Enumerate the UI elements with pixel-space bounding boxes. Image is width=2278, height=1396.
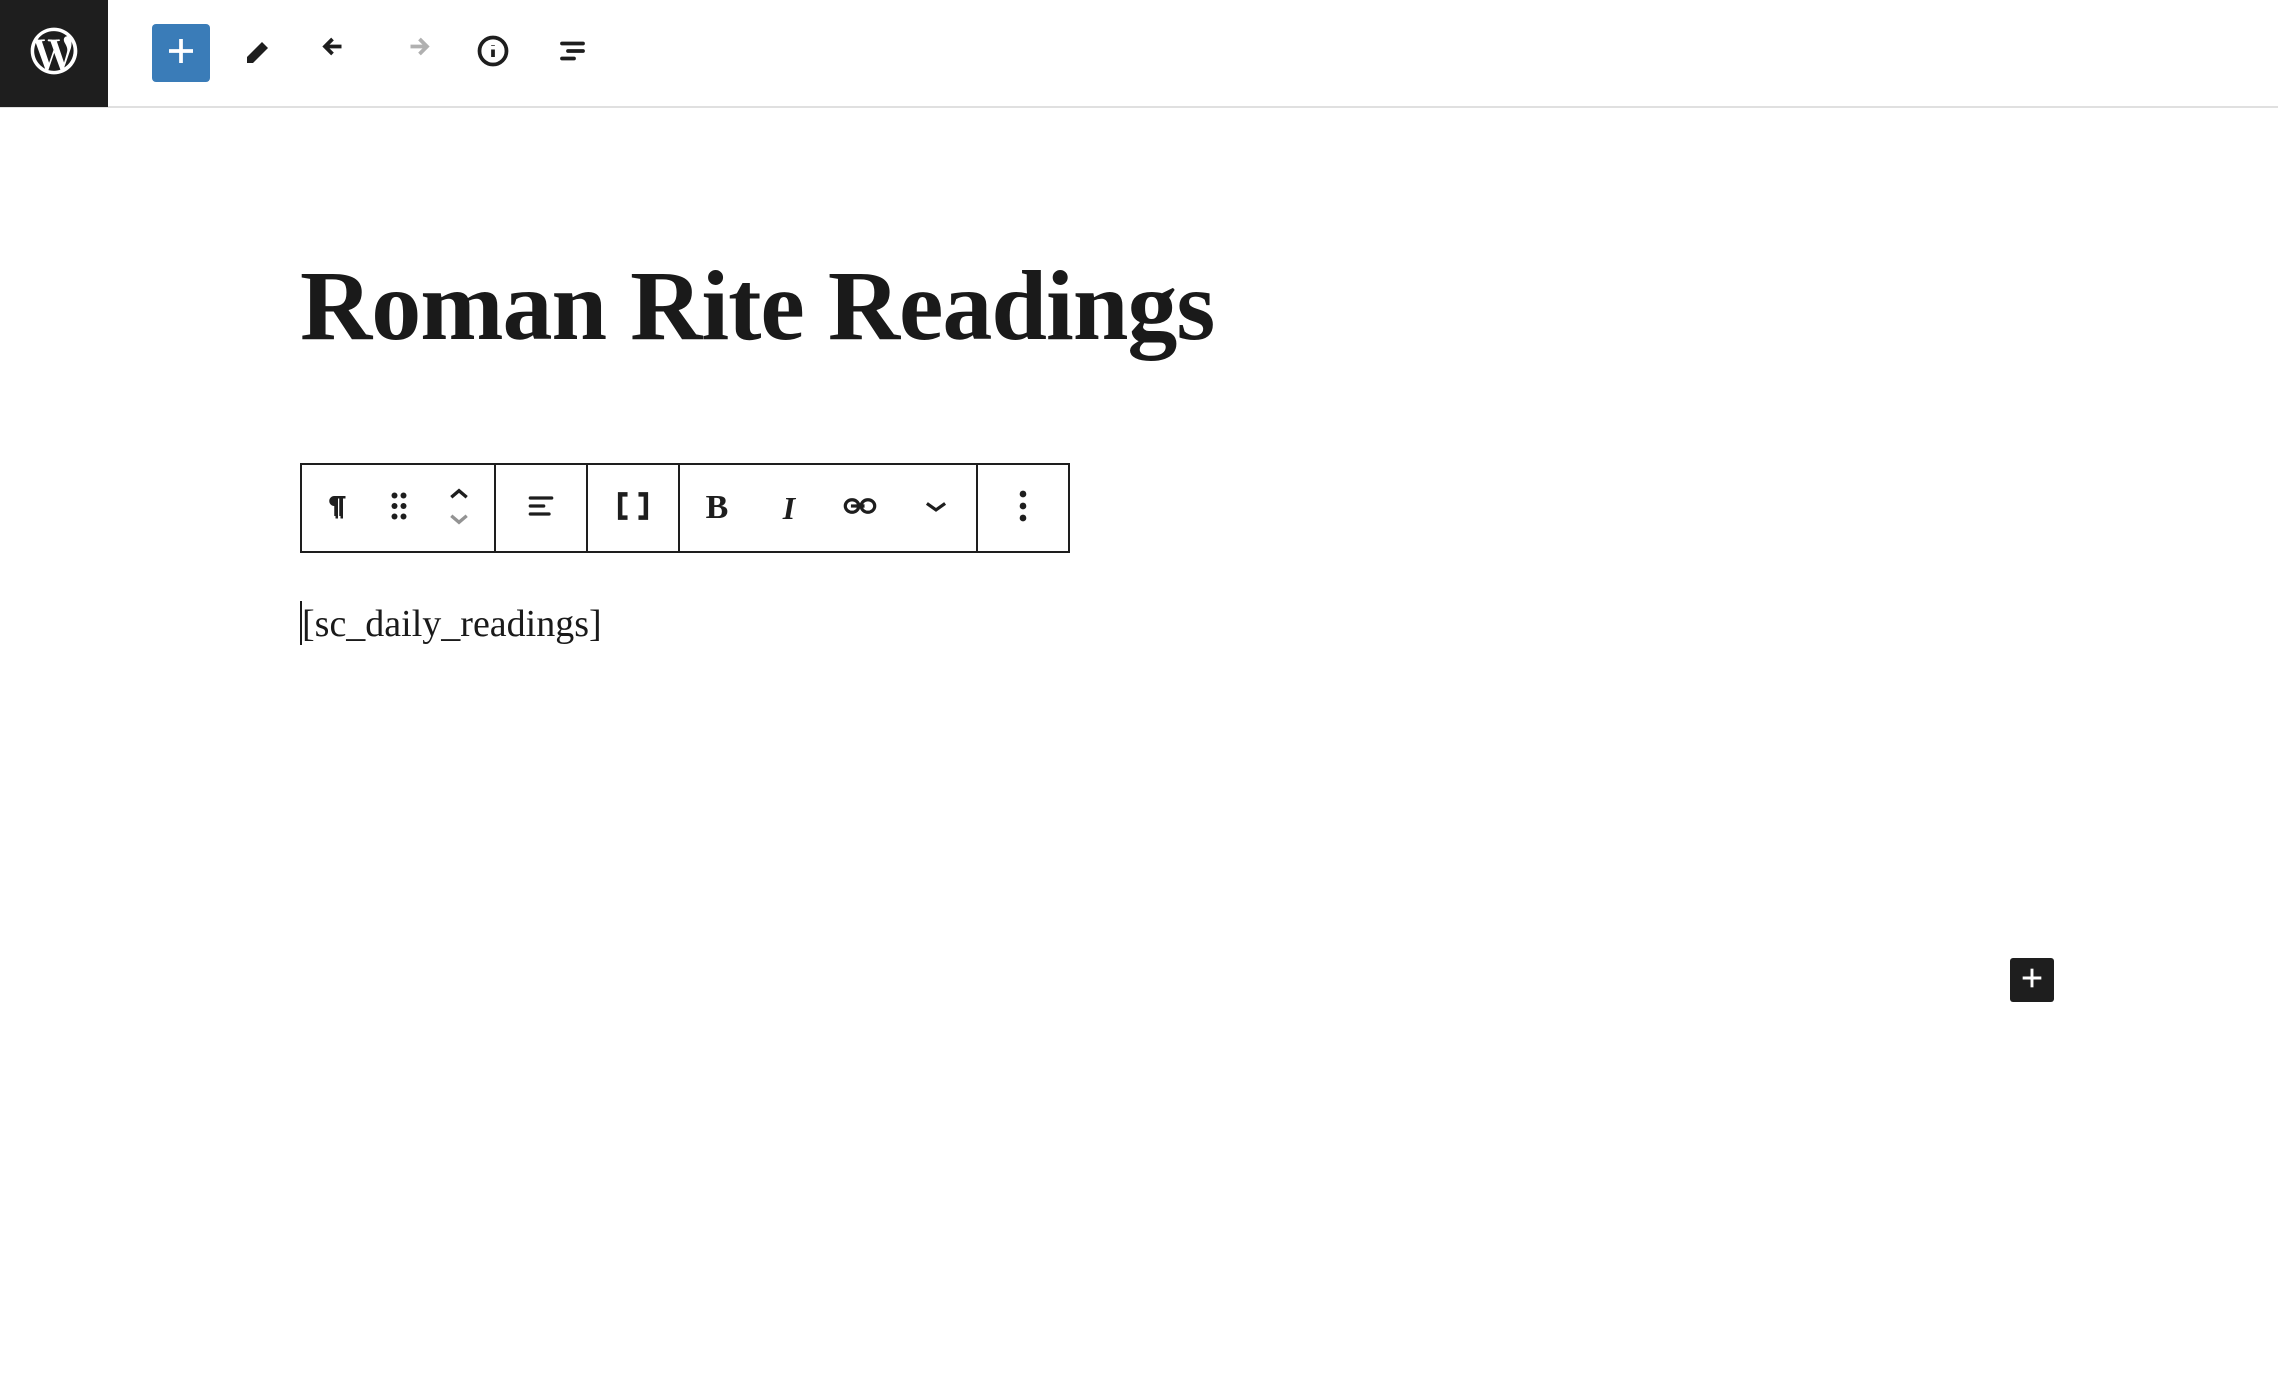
chevron-down-icon[interactable] <box>448 511 470 530</box>
dots-vertical-icon <box>1018 490 1028 526</box>
chevron-down-icon <box>923 498 949 518</box>
toolbar-buttons-group <box>108 24 600 82</box>
align-left-icon <box>525 490 557 526</box>
undo-icon <box>319 33 355 73</box>
outline-button[interactable] <box>542 24 600 82</box>
info-icon <box>475 33 511 73</box>
plus-icon <box>163 33 199 73</box>
drag-handle[interactable] <box>374 465 424 551</box>
shortcode-text: [sc_daily_readings] <box>302 603 602 645</box>
editor-canvas: Roman Rite Readings <box>0 108 2278 646</box>
wordpress-icon <box>26 23 82 83</box>
options-group <box>978 465 1068 551</box>
list-lines-icon <box>553 33 589 73</box>
undo-button[interactable] <box>308 24 366 82</box>
align-group <box>496 465 588 551</box>
link-button[interactable] <box>824 465 896 551</box>
format-group: B I <box>680 465 978 551</box>
italic-button[interactable]: I <box>754 465 824 551</box>
chevron-up-icon[interactable] <box>448 486 470 505</box>
details-button[interactable] <box>464 24 522 82</box>
shortcode-button[interactable] <box>588 465 678 551</box>
link-icon <box>843 496 877 520</box>
shortcode-content-block[interactable]: [sc_daily_readings] <box>300 601 2278 646</box>
plus-icon <box>2018 964 2046 996</box>
block-type-group <box>302 465 496 551</box>
brackets-icon <box>615 490 651 526</box>
redo-button <box>386 24 444 82</box>
redo-icon <box>397 33 433 73</box>
wordpress-logo-button[interactable] <box>0 0 108 107</box>
paragraph-block-button[interactable] <box>302 465 374 551</box>
bold-button[interactable]: B <box>680 465 754 551</box>
more-formatting-button[interactable] <box>896 465 976 551</box>
block-options-button[interactable] <box>978 465 1068 551</box>
move-buttons <box>424 465 494 551</box>
align-button[interactable] <box>496 465 586 551</box>
block-toolbar: B I <box>300 463 1070 553</box>
italic-icon: I <box>783 490 795 527</box>
paragraph-icon <box>323 489 353 527</box>
bold-icon: B <box>706 489 729 527</box>
tools-button[interactable] <box>230 24 288 82</box>
top-toolbar <box>0 0 2278 108</box>
drag-icon <box>389 491 409 525</box>
block-inserter-button[interactable] <box>2010 958 2054 1002</box>
post-title[interactable]: Roman Rite Readings <box>300 248 2278 363</box>
shortcode-group <box>588 465 680 551</box>
add-block-button[interactable] <box>152 24 210 82</box>
pencil-icon <box>241 33 277 73</box>
